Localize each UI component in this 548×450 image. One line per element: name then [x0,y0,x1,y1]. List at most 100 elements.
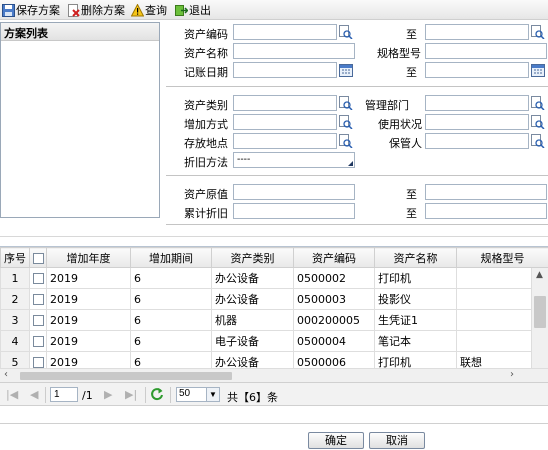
col-header-no[interactable]: 序号 [0,247,30,268]
scroll-up-icon[interactable]: ▲ [536,270,543,280]
add-method-label: 增加方式 [184,118,228,131]
depr-method-label: 折旧方法 [184,156,228,169]
row-number: 3 [0,309,30,331]
lookup-icon[interactable] [531,115,545,130]
col-header-model[interactable]: 规格型号 [456,247,548,268]
col-header-period[interactable]: 增加期间 [130,247,212,268]
refresh-icon[interactable] [150,387,164,404]
lookup-icon[interactable] [339,115,353,130]
table-header-row: 序号 增加年度 增加期间 资产类别 资产编码 资产名称 规格型号 [0,247,548,268]
vertical-scroll-thumb[interactable] [534,296,546,328]
post-date-from-input[interactable] [233,62,337,78]
col-header-select-all[interactable] [29,247,47,268]
cell-year: 2019 [46,309,131,331]
table-row[interactable]: 1 2019 6 办公设备 0500002 打印机 [0,267,548,289]
accum-depr-to-input[interactable] [425,203,547,219]
use-status-input[interactable] [425,114,529,130]
cell-name: 笔记本 [374,330,457,352]
depr-method-select[interactable]: ---- [233,152,355,168]
section-divider [166,175,548,176]
calendar-icon[interactable] [531,63,545,77]
spec-model-input[interactable] [425,43,547,59]
section-divider [0,236,548,237]
row-checkbox[interactable] [32,273,44,284]
row-checkbox-cell [29,267,47,289]
row-checkbox[interactable] [32,357,44,368]
table-row[interactable]: 2 2019 6 办公设备 0500003 投影仪 [0,288,548,310]
section-divider [166,86,548,87]
orig-value-from-input[interactable] [233,184,355,200]
row-number: 1 [0,267,30,289]
lookup-icon[interactable] [531,25,545,40]
asset-name-label: 资产名称 [184,47,228,60]
lookup-icon[interactable] [339,134,353,149]
cell-year: 2019 [46,267,131,289]
dropdown-corner-icon [348,161,353,166]
delete-icon [67,3,80,17]
save-scheme-button[interactable]: 保存方案 [2,2,60,18]
vertical-scrollbar[interactable]: ▲ [531,268,548,368]
mgmt-dept-input[interactable] [425,95,529,111]
row-checkbox[interactable] [32,315,44,326]
asset-type-label: 资产类别 [184,99,228,112]
asset-table: 序号 增加年度 增加期间 资产类别 资产编码 资产名称 规格型号 1 2019 … [0,247,548,373]
asset-code-to-input[interactable] [425,24,529,40]
add-method-input[interactable] [233,114,337,130]
footer-divider [0,423,548,424]
col-header-year[interactable]: 增加年度 [46,247,131,268]
spec-model-label: 规格型号 [377,47,421,60]
cell-code: 000200005 [293,309,375,331]
orig-value-to-input[interactable] [425,184,547,200]
lookup-icon[interactable] [531,134,545,149]
lookup-icon[interactable] [339,25,353,40]
table-row[interactable]: 3 2019 6 机器 000200005 生凭证1 [0,309,548,331]
table-row[interactable]: 4 2019 6 电子设备 0500004 笔记本 [0,330,548,352]
asset-code-from-input[interactable] [233,24,337,40]
scheme-list[interactable] [1,41,159,217]
page-size-select[interactable]: 50 ▼ [176,387,220,402]
accum-depr-from-input[interactable] [233,203,355,219]
select-all-checkbox[interactable] [32,252,44,264]
post-date-to-input[interactable] [425,62,529,78]
lookup-icon[interactable] [339,96,353,111]
cell-type: 办公设备 [211,267,294,289]
cancel-button[interactable]: 取消 [369,432,425,449]
asset-type-input[interactable] [233,95,337,111]
col-header-code[interactable]: 资产编码 [293,247,375,268]
to-label-3: 至 [406,188,417,201]
lookup-icon[interactable] [531,96,545,111]
row-checkbox-cell [29,330,47,352]
page-number-input[interactable] [50,387,78,402]
horizontal-scrollbar[interactable]: ‹ › [0,368,548,382]
custodian-input[interactable] [425,133,529,149]
last-page-icon[interactable]: ▶| [125,388,137,401]
row-checkbox[interactable] [32,336,44,347]
depr-method-value: ---- [237,154,251,165]
cell-year: 2019 [46,330,131,352]
cell-period: 6 [130,309,212,331]
horizontal-scroll-thumb[interactable] [20,372,232,380]
prev-page-icon[interactable]: ◀ [30,388,38,401]
exit-button[interactable]: 退出 [175,2,211,18]
query-button[interactable]: 查询 [130,2,167,18]
scroll-left-icon[interactable]: ‹ [4,369,8,380]
row-checkbox[interactable] [32,294,44,305]
scroll-right-icon[interactable]: › [510,369,514,380]
row-number: 2 [0,288,30,310]
delete-scheme-button[interactable]: 删除方案 [67,2,125,18]
pager-divider [170,387,171,403]
col-header-name[interactable]: 资产名称 [374,247,457,268]
row-checkbox-cell [29,309,47,331]
save-icon [2,3,15,17]
next-page-icon[interactable]: ▶ [104,388,112,401]
asset-name-input[interactable] [233,43,355,59]
ok-button[interactable]: 确定 [308,432,364,449]
first-page-icon[interactable]: |◀ [6,388,18,401]
location-input[interactable] [233,133,337,149]
cell-code: 0500002 [293,267,375,289]
col-header-type[interactable]: 资产类别 [211,247,294,268]
calendar-icon[interactable] [339,63,353,77]
to-label-2: 至 [406,66,417,79]
chevron-down-icon[interactable]: ▼ [206,388,219,401]
exit-label: 退出 [189,4,211,17]
